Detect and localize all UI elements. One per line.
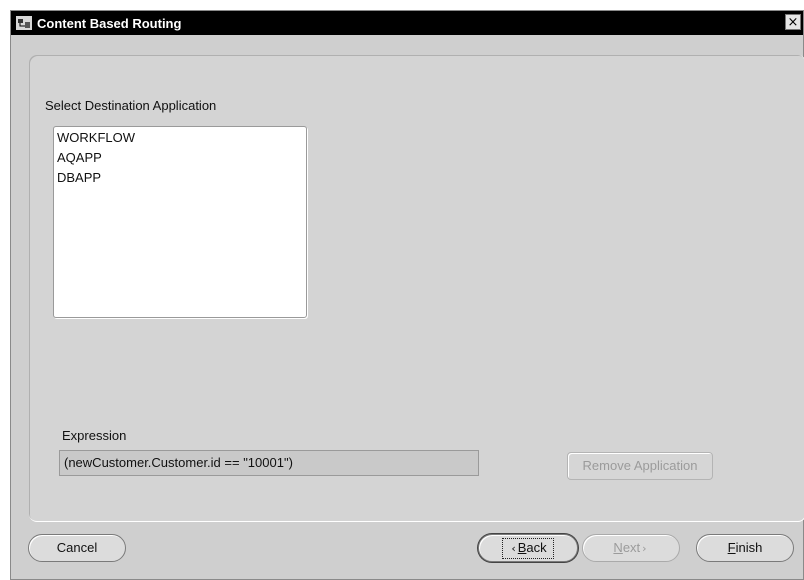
close-icon[interactable]: × [785, 14, 801, 30]
list-item[interactable]: WORKFLOW [54, 127, 306, 147]
expression-field[interactable]: (newCustomer.Customer.id == "10001") [59, 450, 479, 476]
finish-button[interactable]: Finish [696, 534, 794, 562]
back-button[interactable]: ‹ Back [478, 534, 578, 562]
select-destination-label: Select Destination Application [45, 98, 217, 113]
remove-application-button[interactable]: Remove Application [567, 452, 713, 480]
list-item[interactable]: AQAPP [54, 147, 306, 167]
next-button[interactable]: Next › [582, 534, 680, 562]
dialog-window: Content Based Routing × Select Destinati… [10, 10, 804, 580]
next-accel: N [613, 540, 623, 555]
list-item[interactable]: DBAPP [54, 167, 306, 187]
chevron-left-icon: ‹ [511, 542, 516, 555]
content-panel: Select Destination Application WORKFLOW … [29, 55, 804, 522]
app-icon [15, 15, 33, 31]
chevron-right-icon: › [642, 542, 647, 555]
window-title: Content Based Routing [37, 15, 182, 31]
back-focus-ring: ‹ Back [502, 538, 554, 559]
title-bar[interactable]: Content Based Routing × [11, 11, 803, 35]
cancel-button[interactable]: Cancel [28, 534, 126, 562]
finish-label-rest: inish [735, 540, 763, 555]
application-list[interactable]: WORKFLOW AQAPP DBAPP [53, 126, 307, 318]
back-label-rest: ack [526, 540, 547, 555]
expression-label: Expression [62, 428, 127, 443]
next-label-rest: ext [622, 540, 641, 555]
finish-accel: F [727, 540, 736, 555]
